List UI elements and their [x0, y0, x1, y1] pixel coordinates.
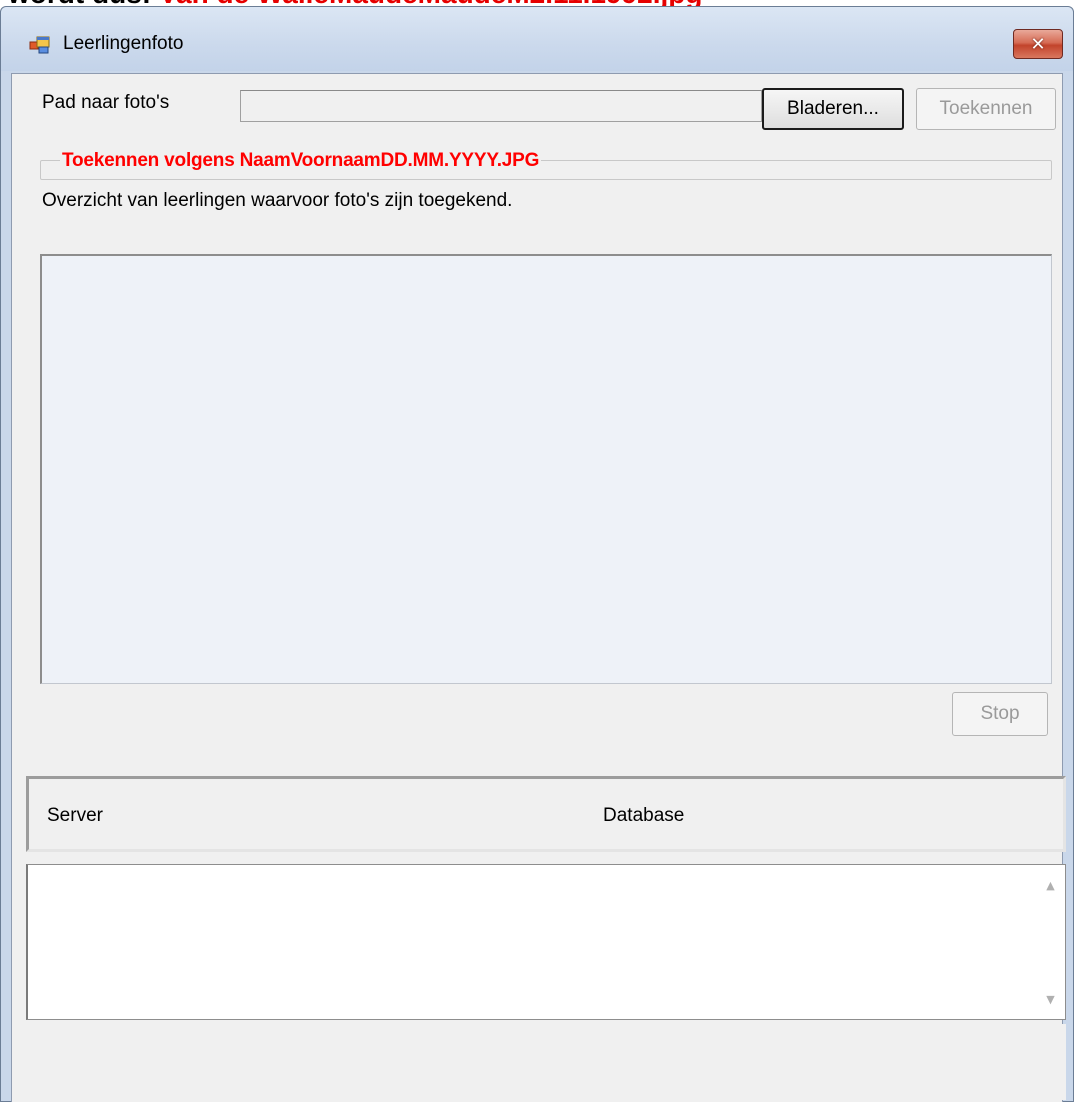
- browse-button[interactable]: Bladeren...: [762, 88, 904, 130]
- close-icon: ✕: [1030, 33, 1046, 55]
- client-area: Pad naar foto's Bladeren... Toekennen To…: [11, 73, 1066, 1102]
- stop-button[interactable]: Stop: [952, 692, 1048, 736]
- connection-status-panel: Server Database: [26, 776, 1066, 852]
- title-bar[interactable]: Leerlingenfoto ✕: [1, 7, 1073, 71]
- assign-button[interactable]: Toekennen: [916, 88, 1056, 130]
- path-input[interactable]: [240, 90, 762, 122]
- scroll-down-arrow-icon[interactable]: ▼: [1036, 985, 1065, 1013]
- window-title: Leerlingenfoto: [63, 33, 184, 54]
- close-button[interactable]: ✕: [1013, 29, 1063, 59]
- app-window-icon[interactable]: [29, 35, 51, 55]
- log-scrollbar[interactable]: ▲ ▼: [1036, 865, 1065, 1019]
- naming-groupbox-legend: Toekennen volgens NaamVoornaamDD.MM.YYYY…: [60, 150, 542, 172]
- overview-label: Overzicht van leerlingen waarvoor foto's…: [42, 190, 513, 211]
- database-label: Database: [603, 805, 685, 826]
- path-label: Pad naar foto's: [42, 92, 170, 113]
- app-window: Leerlingenfoto ✕ Pad naar foto's Bladere…: [0, 6, 1074, 1102]
- server-label: Server: [47, 805, 103, 826]
- status-strip: [26, 1024, 1066, 1100]
- log-textarea[interactable]: [26, 864, 1066, 1020]
- assigned-students-list[interactable]: [40, 254, 1052, 684]
- scroll-up-arrow-icon[interactable]: ▲: [1036, 871, 1065, 899]
